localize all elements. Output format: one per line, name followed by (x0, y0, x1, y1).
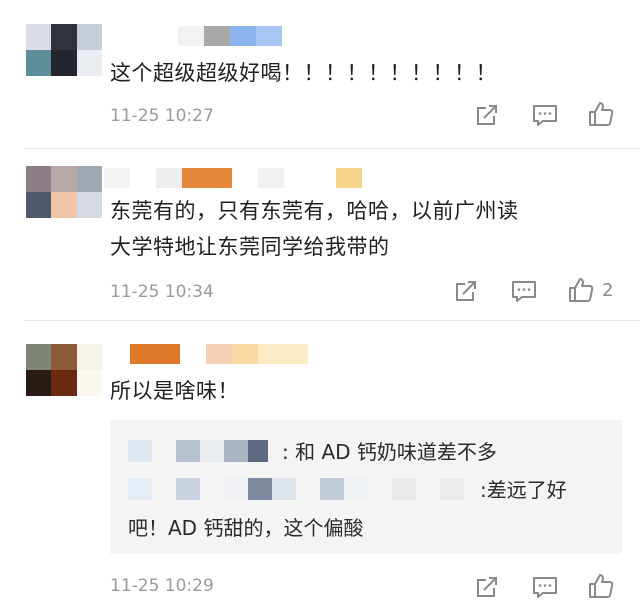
thumbs-up-icon (569, 278, 594, 302)
comment-timestamp: 11-25 10:27 (110, 106, 214, 126)
share-icon (456, 281, 476, 301)
comment-icon (533, 577, 557, 598)
thumbs-up-icon (589, 574, 614, 598)
comment-timestamp: 11-25 10:34 (110, 282, 214, 302)
username-pixelated[interactable] (104, 168, 362, 188)
reply-text-2-line-2: 吧！AD 钙甜的，这个偏酸 (128, 516, 364, 540)
reply-text-2-line-1: :差远了好 (480, 478, 567, 502)
like-button[interactable] (586, 571, 616, 601)
share-icon (477, 577, 497, 597)
comment-icon (533, 105, 557, 126)
comment-text-line-2: 大学特地让东莞同学给我带的 (110, 235, 390, 259)
comment-text-line-1: 东莞有的，只有东莞有，哈哈，以前广州读 (110, 199, 519, 223)
comment-item-2: 东莞有的，只有东莞有，哈哈，以前广州读 大学特地让东莞同学给我带的 11-25 … (0, 150, 640, 316)
divider (24, 148, 640, 149)
like-button[interactable] (566, 275, 596, 305)
reply-username-pixelated[interactable] (128, 440, 268, 462)
comment-text: 这个超级超级好喝！！！！！！！！！！ (110, 61, 497, 85)
comment-icon (512, 281, 536, 302)
like-count: 2 (602, 280, 614, 301)
comment-button[interactable] (530, 572, 560, 602)
divider (24, 320, 640, 321)
username-pixelated[interactable] (178, 26, 282, 46)
like-button[interactable] (586, 99, 616, 129)
reply-text-1: : 和 AD 钙奶味道差不多 (282, 440, 497, 464)
username-pixelated[interactable] (104, 344, 308, 364)
comment-text: 所以是啥味！ (110, 379, 239, 403)
comment-button[interactable] (509, 276, 539, 306)
thumbs-up-icon (589, 102, 614, 126)
share-button[interactable] (472, 572, 502, 602)
share-button[interactable] (472, 100, 502, 130)
reply-box[interactable]: : 和 AD 钙奶味道差不多 :差远了好 吧！AD 钙甜的，这个偏酸 (110, 420, 622, 554)
comment-button[interactable] (530, 100, 560, 130)
avatar[interactable] (26, 166, 102, 218)
share-button[interactable] (451, 276, 481, 306)
reply-username-pixelated[interactable] (128, 478, 464, 500)
share-icon (477, 105, 497, 125)
avatar[interactable] (26, 344, 102, 396)
comment-item-1: 这个超级超级好喝！！！！！！！！！！ 11-25 10:27 (0, 0, 640, 146)
comment-timestamp: 11-25 10:29 (110, 576, 214, 596)
avatar[interactable] (26, 24, 102, 76)
